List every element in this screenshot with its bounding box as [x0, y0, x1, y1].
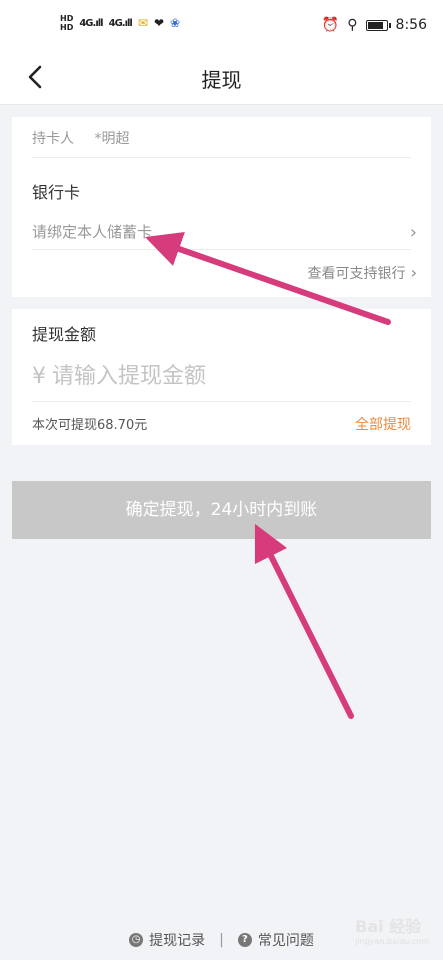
watermark-sub: jingyan.baidu.com	[355, 937, 429, 946]
battery-fill	[367, 21, 383, 29]
divider	[32, 157, 411, 158]
withdraw-all-button[interactable]: 全部提现	[355, 414, 411, 434]
supported-banks-label: 查看可支持银行	[307, 266, 406, 282]
status-time: 8:56	[395, 17, 427, 33]
supported-banks-link[interactable]: 查看可支持银行 ›	[308, 263, 417, 283]
mail-icon: ✉	[137, 16, 148, 30]
withdraw-records-link[interactable]: 提现记录	[149, 930, 205, 950]
bank-card-title: 银行卡	[32, 183, 81, 202]
bind-bank-card-prompt: 请绑定本人储蓄卡	[32, 223, 153, 241]
annotation-arrow-confirm	[254, 523, 354, 719]
nav-bar: 提现	[0, 50, 443, 105]
heart-icon: ❤	[153, 16, 164, 30]
signal-icon-2: 4G.ıll	[108, 17, 133, 29]
amount-input-row: ¥	[32, 364, 411, 389]
status-left-icons: HD HD 4G.ıll 4G.ıll ✉ ❤ ❀	[60, 14, 180, 32]
clock-icon: ◷	[129, 933, 144, 947]
card-holder-row: 持卡人 *明超	[32, 128, 411, 148]
hd-icon: HD HD	[60, 14, 74, 32]
amount-title: 提现金额	[32, 325, 97, 344]
signal-icon: 4G.ıll	[79, 17, 103, 29]
chevron-right-icon: ›	[405, 263, 417, 282]
chevron-right-icon: ›	[409, 222, 417, 243]
baidu-jingyan-watermark: Bai 经验 jingyan.baidu.com	[355, 913, 429, 946]
confirm-withdraw-button[interactable]: 确定提现，24小时内到账	[12, 481, 431, 539]
withdraw-amount-section: 提现金额 ¥ 本次可提现68.70元 全部提现	[12, 309, 431, 445]
location-icon: ⚲	[347, 17, 358, 33]
faq-link[interactable]: 常见问题	[258, 930, 314, 950]
page-title: 提现	[201, 68, 242, 92]
divider	[32, 401, 411, 402]
status-right-icons: ⏰ ⚲ 8:56	[322, 17, 427, 33]
bind-bank-card-row[interactable]: 请绑定本人储蓄卡	[32, 221, 411, 242]
bank-card-section: 持卡人 *明超 银行卡 请绑定本人储蓄卡 › 查看可支持银行 ›	[12, 117, 431, 297]
currency-symbol: ¥	[32, 364, 46, 389]
footer-separator: |	[219, 932, 224, 948]
card-holder-name: *明超	[94, 131, 130, 147]
amount-input[interactable]	[52, 364, 352, 389]
status-bar: HD HD 4G.ıll 4G.ıll ✉ ❤ ❀ ⏰ ⚲ 8:56	[0, 0, 443, 50]
watermark-brand: Bai 经验	[355, 917, 422, 936]
battery-icon	[365, 19, 391, 31]
card-holder-label: 持卡人	[32, 131, 74, 147]
divider	[32, 249, 411, 250]
help-icon: ?	[237, 933, 252, 947]
paw-icon: ❀	[170, 16, 181, 30]
alarm-icon: ⏰	[321, 17, 340, 33]
